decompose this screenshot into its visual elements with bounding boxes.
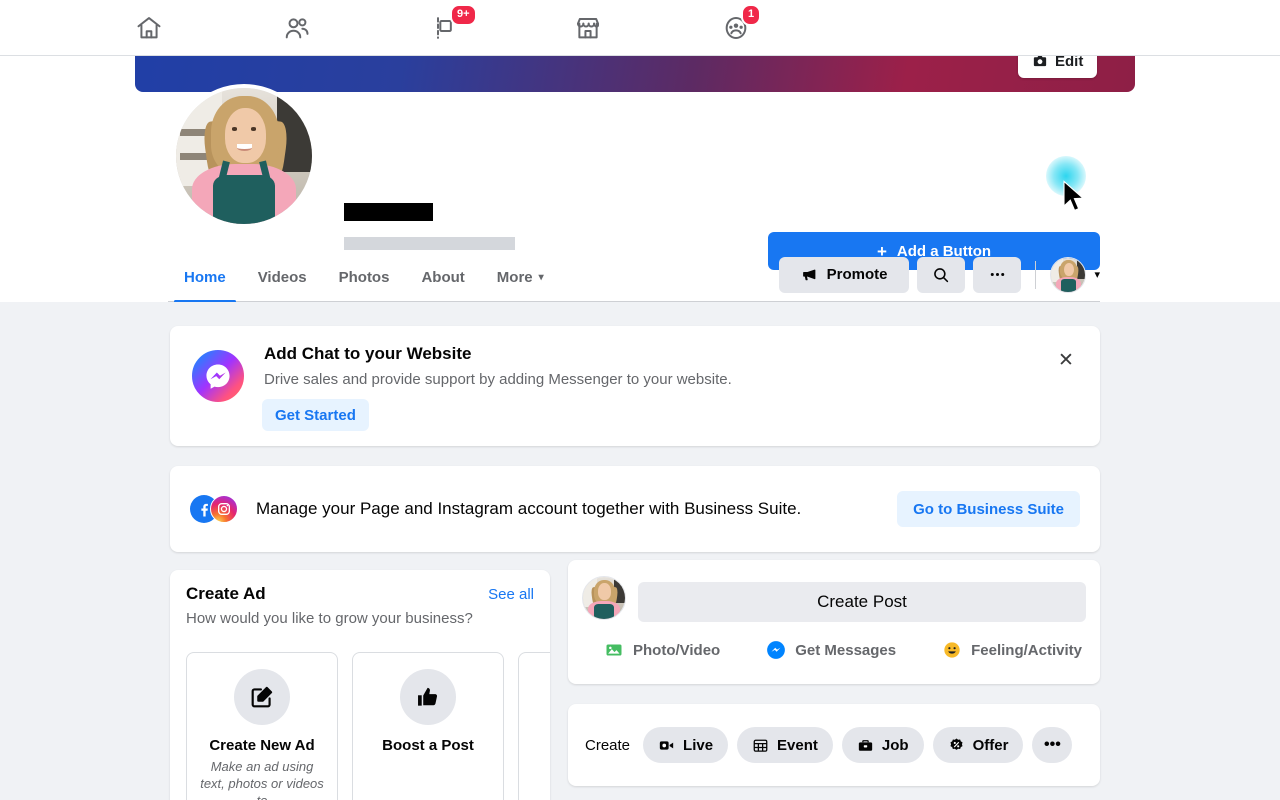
- page-search-button[interactable]: [917, 256, 966, 293]
- account-menu-chevron-down-icon[interactable]: ▾: [1094, 268, 1100, 281]
- create-more-button[interactable]: •••: [1032, 727, 1073, 763]
- create-job-label: Job: [881, 736, 909, 754]
- close-icon[interactable]: ✕: [1048, 342, 1084, 378]
- get-messages-action[interactable]: Get Messages: [766, 640, 896, 660]
- tab-home-label: Home: [184, 269, 226, 286]
- tab-home[interactable]: Home: [168, 254, 242, 303]
- ad-option-instagram[interactable]: Ins: [518, 652, 550, 800]
- facebook-instagram-icons: [190, 495, 242, 523]
- messenger-icon: [190, 348, 246, 404]
- facebook-page-screen: 9+ 1 Edit + Add a Button Home Videos Pho…: [0, 0, 1280, 800]
- add-chat-subtitle: Drive sales and provide support by addin…: [264, 371, 732, 388]
- create-shortcuts-card: Create Live Event Job Offer •••: [568, 704, 1100, 786]
- tab-about-label: About: [421, 269, 465, 286]
- nav-pages-badge: 9+: [450, 3, 477, 26]
- create-event-pill[interactable]: Event: [737, 727, 833, 763]
- tab-photos-label: Photos: [338, 269, 390, 286]
- nav-pages-flag-icon[interactable]: 9+: [406, 3, 484, 50]
- page-more-options-button[interactable]: [973, 256, 1022, 293]
- search-icon: [934, 267, 949, 282]
- create-offer-pill[interactable]: Offer: [932, 727, 1024, 763]
- create-label: Create: [585, 736, 631, 754]
- create-job-pill[interactable]: Job: [841, 727, 924, 763]
- page-content: Add Chat to your Website Drive sales and…: [0, 302, 1280, 800]
- business-suite-text: Manage your Page and Instagram account t…: [256, 499, 802, 518]
- tab-videos[interactable]: Videos: [242, 254, 323, 302]
- ad-option-label: Boost a Post: [382, 737, 474, 754]
- video-camera-icon: [659, 740, 674, 750]
- tab-more[interactable]: More ▾: [481, 254, 560, 302]
- toolbar-divider: [1035, 260, 1037, 289]
- create-ad-see-all-link[interactable]: See all: [488, 586, 534, 603]
- feeling-activity-label: Feeling/Activity: [971, 641, 1082, 659]
- get-started-button[interactable]: Get Started: [262, 399, 369, 431]
- page-tabs-bar: Home Videos Photos About More ▾ Promote: [168, 254, 1100, 303]
- ad-option-create-new-ad[interactable]: Create New Ad Make an ad using text, pho…: [186, 652, 338, 800]
- ad-option-desc: Make an ad using text, photos or videos …: [200, 759, 324, 800]
- create-offer-label: Offer: [972, 736, 1009, 754]
- create-event-label: Event: [777, 736, 818, 754]
- edit-square-icon: [234, 669, 290, 725]
- calendar-icon: [753, 739, 768, 752]
- photo-video-action[interactable]: Photo/Video: [604, 640, 720, 660]
- page-name-redaction: [344, 203, 433, 221]
- create-live-pill[interactable]: Live: [643, 727, 729, 763]
- ad-option-label: Ins: [519, 737, 550, 754]
- create-ad-carousel: Create New Ad Make an ad using text, pho…: [186, 652, 550, 800]
- create-ad-card: Create Ad See all How would you like to …: [170, 570, 550, 800]
- promote-label: Promote: [826, 266, 888, 283]
- briefcase-icon: [858, 739, 873, 751]
- tab-videos-label: Videos: [257, 269, 307, 286]
- composer-avatar[interactable]: [582, 576, 626, 620]
- megaphone-icon: [802, 269, 816, 281]
- add-chat-card: Add Chat to your Website Drive sales and…: [170, 326, 1100, 446]
- create-ad-title: Create Ad: [186, 584, 266, 603]
- nav-friends-icon[interactable]: [258, 6, 336, 50]
- ellipsis-icon: [990, 272, 1005, 277]
- create-ad-subtitle: How would you like to grow your business…: [186, 610, 473, 627]
- nav-home-icon[interactable]: [110, 6, 188, 50]
- nav-marketplace-icon[interactable]: [549, 6, 627, 50]
- go-to-business-suite-button[interactable]: Go to Business Suite: [897, 491, 1080, 527]
- thumbs-up-icon: [400, 669, 456, 725]
- business-suite-banner: Manage your Page and Instagram account t…: [170, 466, 1100, 552]
- tab-more-label: More: [496, 269, 533, 286]
- page-subtitle-redaction: [344, 237, 515, 250]
- create-post-input[interactable]: Create Post: [638, 582, 1086, 622]
- photo-video-icon: [606, 644, 622, 656]
- page-profile-avatar[interactable]: [172, 84, 316, 228]
- promote-button[interactable]: Promote: [778, 256, 910, 293]
- account-avatar[interactable]: [1050, 256, 1087, 293]
- tab-photos[interactable]: Photos: [323, 254, 406, 302]
- photo-video-label: Photo/Video: [633, 641, 721, 659]
- add-chat-title: Add Chat to your Website: [264, 344, 472, 363]
- ad-option-label: Create New Ad: [209, 737, 315, 754]
- nav-groups-icon[interactable]: 1: [697, 3, 775, 50]
- create-post-actions: Photo/Video Get Messages Feeling/Activit…: [604, 640, 1082, 660]
- get-messages-label: Get Messages: [795, 641, 897, 659]
- cover-photo[interactable]: [135, 56, 1135, 92]
- tab-about[interactable]: About: [405, 254, 480, 302]
- chevron-down-icon: ▾: [538, 272, 544, 283]
- instagram-icon: [210, 495, 238, 523]
- page-tabs-actions: Promote ▾: [778, 256, 1100, 299]
- smiley-icon: [944, 642, 960, 658]
- nav-groups-badge: 1: [741, 3, 762, 26]
- ad-option-boost-a-post[interactable]: Boost a Post: [352, 652, 504, 800]
- offer-tag-icon: [950, 738, 963, 750]
- feeling-activity-action[interactable]: Feeling/Activity: [942, 640, 1082, 660]
- create-live-label: Live: [683, 736, 714, 754]
- messenger-icon: [767, 641, 786, 659]
- create-post-card: Create Post Photo/Video Get Messages Fee…: [568, 560, 1100, 684]
- top-navigation-bar: 9+ 1: [0, 0, 1280, 56]
